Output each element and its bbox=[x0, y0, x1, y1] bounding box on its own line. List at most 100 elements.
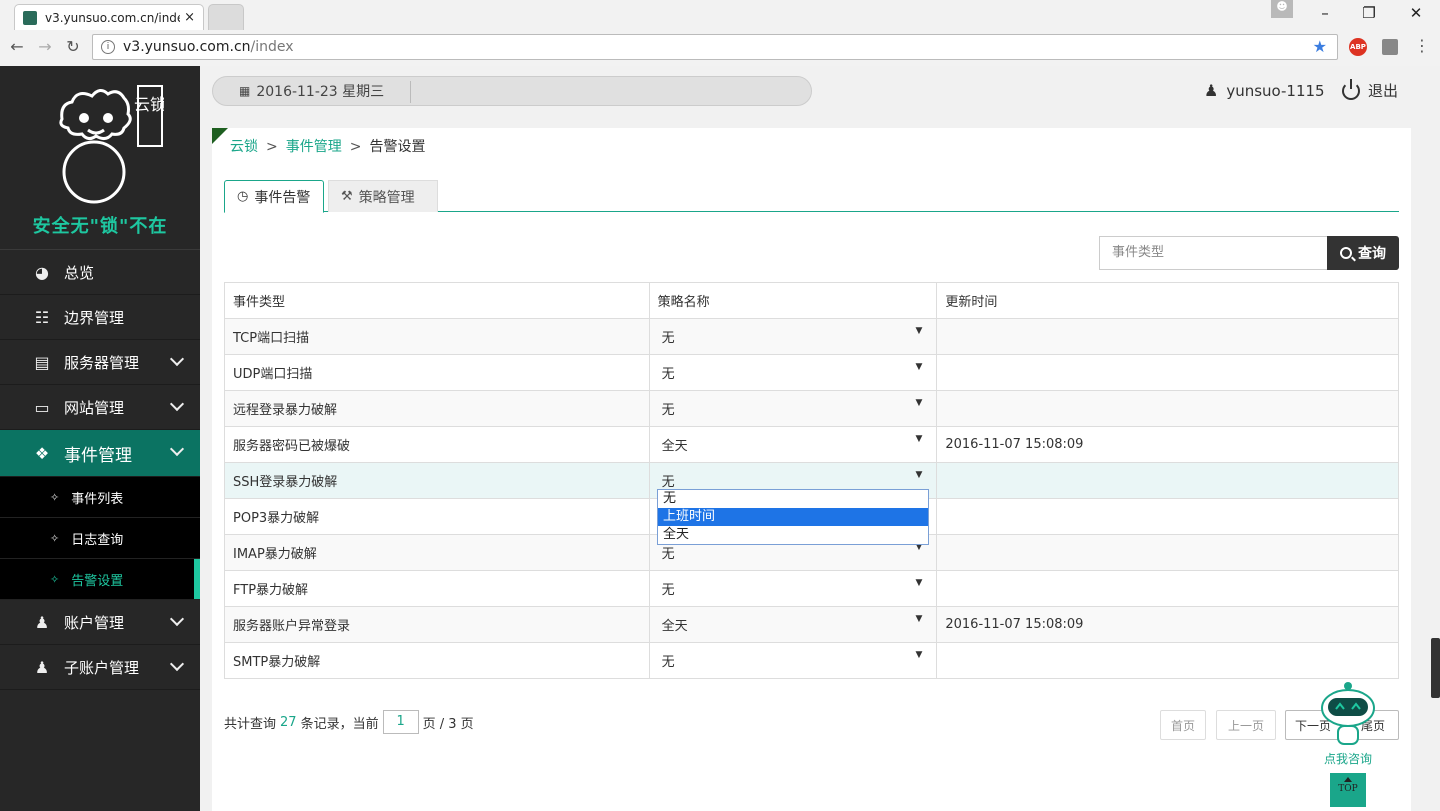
chevron-down-icon bbox=[169, 611, 185, 627]
chevron-down-icon bbox=[169, 351, 185, 367]
sidebar-subitem-alert-settings[interactable]: ✧ 告警设置 bbox=[0, 559, 200, 600]
dropdown-option[interactable]: 全天 bbox=[658, 526, 928, 544]
breadcrumb-parent[interactable]: 事件管理 bbox=[286, 139, 342, 155]
policy-select[interactable]: 无 ▼ bbox=[658, 578, 929, 598]
dropdown-option[interactable]: 上班时间 bbox=[658, 508, 928, 526]
policy-value: 无 bbox=[661, 655, 675, 670]
dropdown-arrow-icon: ▼ bbox=[915, 434, 923, 444]
monitor-icon: ▭ bbox=[34, 397, 50, 417]
date-text: 2016-11-23 星期三 bbox=[256, 84, 385, 100]
policy-value: 无 bbox=[661, 367, 675, 382]
consult-widget[interactable]: 点我咨询 bbox=[1316, 678, 1380, 766]
table-row: SMTP暴力破解无 ▼ bbox=[224, 642, 1399, 679]
tab-title: v3.yunsuo.com.cn/inde bbox=[45, 10, 181, 25]
menu-icon[interactable]: ⋮ bbox=[1414, 36, 1430, 55]
bullet-icon: ✧ bbox=[50, 572, 60, 586]
table-row: 服务器账户异常登录 全天 ▼ 2016-11-07 15:08:09 bbox=[224, 606, 1399, 643]
reload-icon[interactable]: ↻ bbox=[62, 36, 84, 58]
alert-table: 事件类型 策略名称 更新时间 TCP端口扫描无 ▼ UDP端口扫描无 ▼ 远程登录暴力破… bbox=[224, 282, 1399, 679]
tab-policy-management[interactable]: ⚒ 策略管理 bbox=[328, 180, 438, 212]
policy-value: 无 bbox=[661, 583, 675, 598]
event-type-cell: 服务器账户异常登录 bbox=[224, 606, 650, 643]
abp-icon[interactable]: ABP bbox=[1349, 38, 1367, 56]
policy-select[interactable]: 无 ▼ bbox=[658, 326, 929, 346]
event-type-cell: UDP端口扫描 bbox=[224, 354, 650, 391]
mascot-logo-icon: 云锁 bbox=[59, 85, 164, 204]
breadcrumb-current: 告警设置 bbox=[369, 139, 426, 155]
policy-cell: 无 ▼ bbox=[648, 570, 938, 607]
logo: 云锁 安全无"锁"不在 bbox=[0, 66, 200, 250]
logout-label: 退出 bbox=[1368, 82, 1399, 100]
sidebar-subitem-event-list[interactable]: ✧ 事件列表 bbox=[0, 477, 200, 518]
policy-select[interactable]: 无 ▼ bbox=[658, 470, 929, 490]
policy-select[interactable]: 全天 ▼ bbox=[658, 614, 929, 634]
sidebar-item-boundary[interactable]: ☷ 边界管理 bbox=[0, 295, 200, 340]
chevron-down-icon bbox=[169, 441, 185, 457]
update-time-cell bbox=[936, 390, 1399, 427]
policy-value: 全天 bbox=[661, 619, 688, 634]
logout-button[interactable]: 退出 bbox=[1342, 78, 1399, 101]
page-number-input[interactable]: 1 bbox=[382, 710, 419, 734]
table-row: TCP端口扫描无 ▼ bbox=[224, 318, 1399, 355]
sidebar-item-servers[interactable]: ▤ 服务器管理 bbox=[0, 340, 200, 385]
tab-event-alerts[interactable]: ◷ 事件告警 bbox=[224, 180, 324, 213]
logo-text: 云锁 bbox=[134, 95, 164, 114]
dropdown-arrow-icon: ▼ bbox=[915, 614, 923, 624]
username: yunsuo-1115 bbox=[1226, 81, 1325, 100]
event-type-cell: TCP端口扫描 bbox=[224, 318, 650, 355]
address-bar[interactable]: i v3.yunsuo.com.cn/index ★ bbox=[92, 34, 1338, 60]
maximize-icon[interactable]: ❐ bbox=[1358, 4, 1380, 22]
user-info[interactable]: ♟ yunsuo-1115 bbox=[1204, 81, 1325, 100]
tags-icon: ❖ bbox=[34, 443, 50, 463]
search-input[interactable]: 事件类型 bbox=[1099, 236, 1327, 270]
tab-close-icon[interactable]: × bbox=[184, 10, 195, 25]
policy-select[interactable]: 无 ▼ bbox=[658, 362, 929, 382]
policy-select[interactable]: 无 ▼ bbox=[658, 542, 929, 562]
dropdown-arrow-icon: ▼ bbox=[915, 578, 923, 588]
back-to-top-button[interactable]: TOP bbox=[1330, 773, 1366, 807]
tab-strip: v3.yunsuo.com.cn/inde × ☻ – ❐ ✕ bbox=[0, 0, 1440, 30]
scrollbar-thumb[interactable] bbox=[1431, 638, 1440, 698]
browser-tab-active[interactable]: v3.yunsuo.com.cn/inde × bbox=[14, 4, 204, 30]
breadcrumb-root[interactable]: 云锁 bbox=[230, 139, 258, 155]
sidebar-item-overview[interactable]: ◕ 总览 bbox=[0, 250, 200, 295]
prev-page-button[interactable]: 上一页 bbox=[1216, 710, 1276, 740]
policy-select[interactable]: 全天 ▼ bbox=[658, 434, 929, 454]
sidebar-item-subaccounts[interactable]: ♟ 子账户管理 bbox=[0, 645, 200, 690]
dropdown-option[interactable]: 无 bbox=[658, 490, 928, 508]
policy-value: 无 bbox=[661, 547, 675, 562]
sidebar-item-events[interactable]: ❖ 事件管理 bbox=[0, 430, 200, 477]
policy-select[interactable]: 无 ▼ bbox=[658, 650, 929, 670]
sidebar-subitem-log-query[interactable]: ✧ 日志查询 bbox=[0, 518, 200, 559]
pagination-info: 共计查询 27 条记录，当前 1 页 / 3 页 bbox=[224, 710, 474, 734]
dropdown-arrow-icon: ▼ bbox=[915, 398, 923, 408]
sidebar-item-account[interactable]: ♟ 账户管理 bbox=[0, 600, 200, 645]
breadcrumb-separator: > bbox=[266, 139, 278, 155]
sidebar-item-label: 服务器管理 bbox=[64, 353, 140, 372]
search-button-label: 查询 bbox=[1358, 246, 1386, 262]
policy-select[interactable]: 无 ▼ bbox=[658, 398, 929, 418]
extension-icon[interactable] bbox=[1382, 39, 1398, 55]
event-type-cell: 服务器密码已被爆破 bbox=[224, 426, 650, 463]
window-close-icon[interactable]: ✕ bbox=[1405, 4, 1427, 22]
first-page-button[interactable]: 首页 bbox=[1160, 710, 1206, 740]
top-bar: ▦ 2016-11-23 星期三 ♟ yunsuo-1115 退出 bbox=[200, 66, 1440, 118]
tab-label: 事件告警 bbox=[254, 189, 311, 206]
search-button[interactable]: 查询 bbox=[1327, 236, 1399, 270]
corner-decoration bbox=[212, 128, 228, 144]
date-display: ▦ 2016-11-23 星期三 bbox=[212, 76, 812, 106]
minimize-icon[interactable]: – bbox=[1314, 4, 1336, 22]
forward-icon[interactable]: → bbox=[34, 36, 56, 58]
user-icon: ♟ bbox=[1204, 81, 1219, 100]
sidebar-item-websites[interactable]: ▭ 网站管理 bbox=[0, 385, 200, 430]
new-tab-button[interactable] bbox=[208, 4, 244, 30]
user-icon: ♟ bbox=[34, 612, 50, 632]
profile-icon[interactable]: ☻ bbox=[1271, 0, 1293, 18]
policy-value: 无 bbox=[661, 475, 675, 490]
star-icon[interactable]: ★ bbox=[1313, 37, 1327, 56]
sidebar-item-label: 网站管理 bbox=[64, 398, 125, 417]
update-time-cell: 2016-11-07 15:08:09 bbox=[936, 606, 1399, 643]
policy-dropdown-list[interactable]: 无上班时间 全天 bbox=[657, 489, 929, 545]
back-icon[interactable]: ← bbox=[6, 36, 28, 58]
info-icon[interactable]: i bbox=[101, 40, 115, 54]
